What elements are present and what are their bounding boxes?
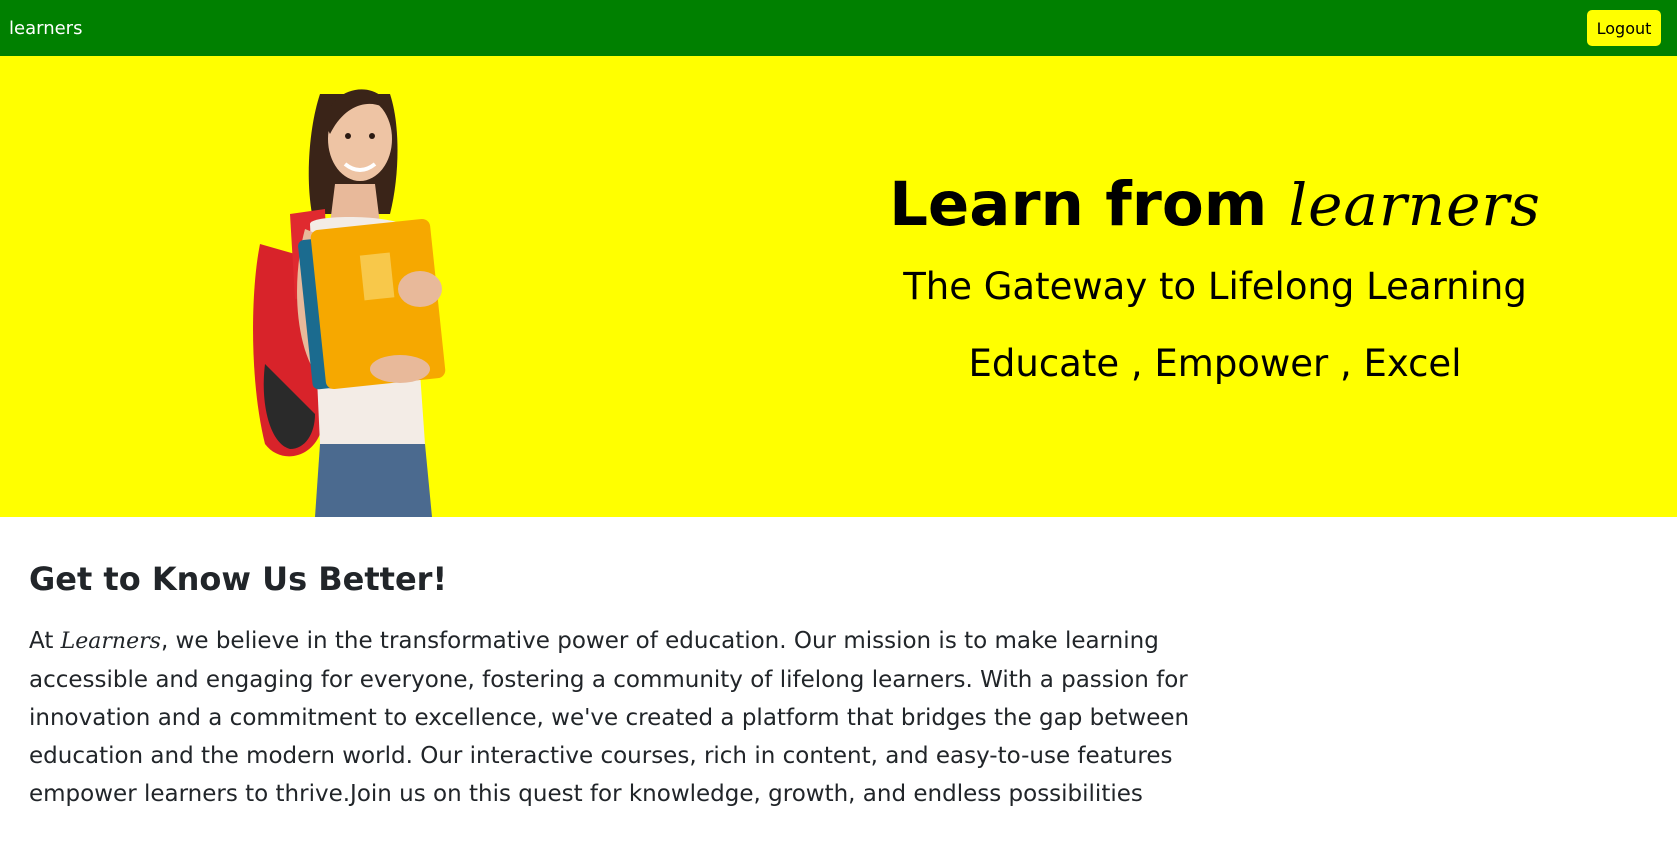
hero-motto: Educate , Empower , Excel xyxy=(968,342,1462,385)
navbar-brand[interactable]: learners xyxy=(9,18,82,39)
hero-title-script: learners xyxy=(1288,171,1541,239)
hero-title: Learn from learners xyxy=(880,174,1550,235)
about-paragraph: At Learners, we believe in the transform… xyxy=(29,622,1219,813)
about-intro-prefix: At xyxy=(29,628,54,654)
hero-text: Learn from learners The Gateway to Lifel… xyxy=(880,174,1550,385)
student-image xyxy=(253,89,446,517)
about-heading: Get to Know Us Better! xyxy=(29,560,448,598)
hero-subtitle: The Gateway to Lifelong Learning xyxy=(903,265,1527,308)
hero-title-prefix: Learn from xyxy=(889,169,1268,240)
logout-button[interactable]: Logout xyxy=(1587,10,1661,46)
about-section: Get to Know Us Better! At Learners, we b… xyxy=(29,560,1229,813)
navbar: learners Logout xyxy=(0,0,1677,56)
hero-banner: Learn from learners The Gateway to Lifel… xyxy=(0,56,1677,517)
about-brand-script: Learners xyxy=(60,629,161,654)
about-body: , we believe in the transformative power… xyxy=(29,628,1190,807)
